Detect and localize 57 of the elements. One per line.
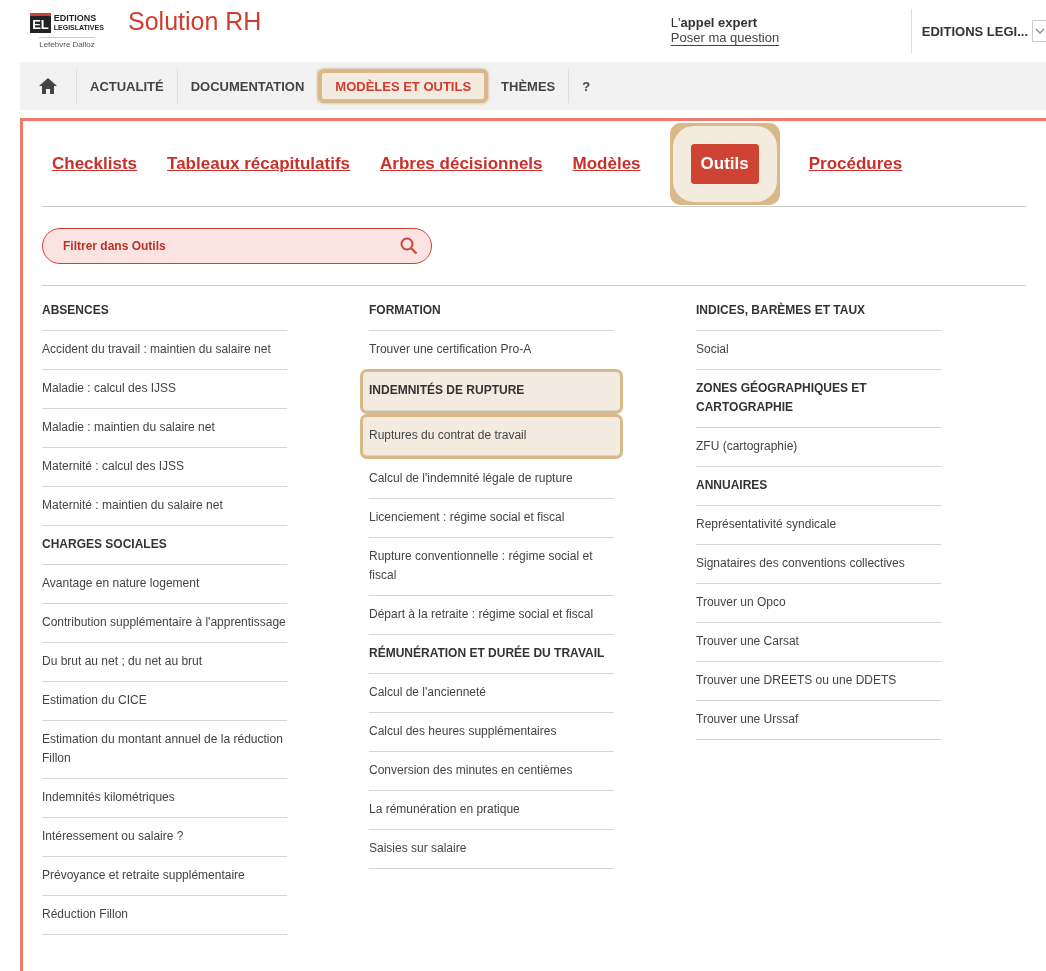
- section-heading: RÉMUNÉRATION ET DURÉE DU TRAVAIL: [369, 635, 614, 674]
- section-heading: FORMATION: [369, 292, 614, 331]
- tool-link[interactable]: La rémunération en pratique: [369, 791, 614, 830]
- nav-tab[interactable]: ACTUALITÉ: [77, 69, 178, 103]
- tool-link[interactable]: Calcul des heures supplémentaires: [369, 713, 614, 752]
- section-heading: INDICES, BARÈMES ET TAUX: [696, 292, 941, 331]
- tool-link[interactable]: Du brut au net ; du net au brut: [42, 643, 287, 682]
- category-tab[interactable]: Procédures: [808, 153, 903, 174]
- tool-link[interactable]: Trouver une Urssaf: [696, 701, 941, 740]
- tool-link[interactable]: Saisies sur salaire: [369, 830, 614, 869]
- filter-field[interactable]: Filtrer dans Outils: [42, 228, 432, 264]
- account-name[interactable]: EDITIONS LEGI...: [921, 23, 1028, 39]
- section-heading: INDEMNITÉS DE RUPTURE: [363, 372, 620, 411]
- tool-link[interactable]: Indemnités kilométriques: [42, 779, 287, 818]
- tool-link[interactable]: Accident du travail : maintien du salaire net: [42, 331, 287, 370]
- tool-link[interactable]: Maladie : calcul des IJSS: [42, 370, 287, 409]
- tool-link[interactable]: Maladie : maintien du salaire net: [42, 409, 287, 448]
- tool-link[interactable]: Maternité : maintien du salaire net: [42, 487, 287, 526]
- tool-link[interactable]: Estimation du CICE: [42, 682, 287, 721]
- category-tab[interactable]: Modèles: [572, 153, 641, 174]
- tool-link[interactable]: Intéressement ou salaire ?: [42, 818, 287, 857]
- section-heading: ANNUAIRES: [696, 467, 941, 506]
- tool-link[interactable]: ZFU (cartographie): [696, 428, 941, 467]
- tool-link[interactable]: Social: [696, 331, 941, 370]
- tool-link[interactable]: Réduction Fillon: [42, 896, 287, 935]
- category-tab[interactable]: Checklists: [52, 153, 138, 174]
- nav-tab[interactable]: MODÈLES ET OUTILS: [318, 69, 489, 103]
- tool-link[interactable]: Estimation du montant annuel de la réduction Fillon: [42, 721, 287, 779]
- section-heading: ZONES GÉOGRAPHIQUES ET CARTOGRAPHIE: [696, 370, 941, 428]
- tool-link[interactable]: Calcul de l'indemnité légale de rupture: [369, 460, 614, 499]
- tool-link[interactable]: Trouver une Carsat: [696, 623, 941, 662]
- tool-link[interactable]: Maternité : calcul des IJSS: [42, 448, 287, 487]
- tool-link[interactable]: Signataires des conventions collectives: [696, 545, 941, 584]
- category-tab[interactable]: Tableaux récapitulatifs: [167, 153, 350, 174]
- tool-link[interactable]: Trouver un Opco: [696, 584, 941, 623]
- tool-link[interactable]: Calcul de l'ancienneté: [369, 674, 614, 713]
- tool-link[interactable]: Rupture conventionnelle : régime social et fiscal: [369, 538, 614, 596]
- ask-question-link[interactable]: Poser ma question: [670, 29, 780, 46]
- tool-link[interactable]: Ruptures du contrat de travail: [363, 417, 620, 456]
- expert-label: L'appel expert: [670, 14, 759, 30]
- tool-link[interactable]: Contribution supplémentaire à l'apprentissage: [42, 604, 287, 643]
- section-heading: ABSENCES: [42, 292, 287, 331]
- app-title: Solution RH: [128, 6, 262, 36]
- section-heading: CHARGES SOCIALES: [42, 526, 287, 565]
- tool-link[interactable]: Conversion des minutes en centièmes: [369, 752, 614, 791]
- nav-tab[interactable]: ?: [569, 69, 604, 103]
- dropdown-button[interactable]: [1032, 20, 1046, 42]
- caret-icon[interactable]: [1034, 27, 1045, 35]
- tool-link[interactable]: Prévoyance et retraite supplémentaire: [42, 857, 287, 896]
- nav-tab[interactable]: THÈMES: [488, 69, 570, 103]
- tool-link[interactable]: Trouver une DREETS ou une DDETS: [696, 662, 941, 701]
- tool-link[interactable]: Représentativité syndicale: [696, 506, 941, 545]
- tool-link[interactable]: Avantage en nature logement: [42, 565, 287, 604]
- tool-link[interactable]: Licenciement : régime social et fiscal: [369, 499, 614, 538]
- category-tab[interactable]: Arbres décisionnels: [380, 153, 543, 174]
- search-icon[interactable]: [400, 237, 418, 255]
- tool-link[interactable]: Départ à la retraite : régime social et fiscal: [369, 596, 614, 635]
